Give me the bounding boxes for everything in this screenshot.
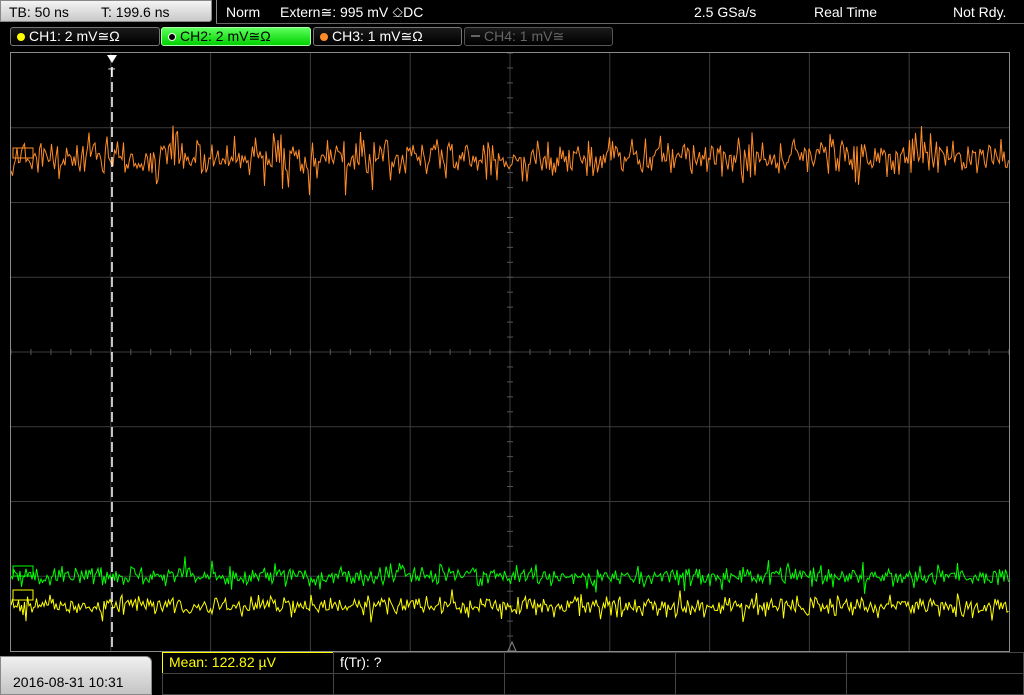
acquisition-mode[interactable]: Real Time (814, 3, 877, 21)
ch3-color-dot (320, 33, 328, 41)
date-time-box: 2016-08-31 10:31 (0, 656, 152, 695)
divider (216, 0, 217, 24)
trigger-position-icon[interactable] (107, 55, 117, 63)
divider (216, 23, 1024, 24)
measurement-cell[interactable] (675, 673, 847, 695)
graticule (11, 53, 1009, 651)
frequency-measurement: f(Tr): ? (340, 654, 382, 670)
trigger-source[interactable]: Extern≅: 995 mV ⎐DC (280, 3, 423, 21)
measurement-cell[interactable] (846, 673, 1024, 695)
sample-rate: 2.5 GSa/s (694, 4, 757, 20)
ch1-color-dot (17, 33, 25, 41)
timebase-box[interactable]: TB: 50 ns T: 199.6 ns (0, 0, 212, 22)
ch1-offset-marker[interactable] (12, 589, 34, 601)
tab-ch4[interactable]: CH4: 1 mV≅ (464, 27, 613, 46)
measurement-cell[interactable] (333, 673, 505, 695)
measurement-cell[interactable] (504, 652, 676, 674)
measurement-cell[interactable] (846, 652, 1024, 674)
date-time: 2016-08-31 10:31 (13, 674, 124, 690)
ch4-off-icon (471, 35, 480, 37)
acquisition-status: Not Rdy. (953, 4, 1007, 20)
tab-ch2[interactable]: CH2: 2 mV≅Ω (161, 27, 311, 46)
ch4-label: CH4: 1 mV≅ (484, 28, 565, 44)
measurement-panel: Mean: 122.82 µV f(Tr): ? (162, 652, 1024, 695)
waveform-canvas: T (11, 53, 1009, 651)
measurement-cell[interactable] (675, 652, 847, 674)
ch2-label: CH2: 2 mV≅Ω (180, 28, 271, 44)
trigger-level-icon (507, 640, 517, 651)
trigger-mode[interactable]: Norm (226, 3, 260, 21)
waveform-display[interactable]: T (10, 52, 1010, 652)
timebase-readout: TB: 50 ns (9, 4, 69, 20)
measurement-cell[interactable] (504, 673, 676, 695)
ch3-label: CH3: 1 mV≅Ω (332, 28, 423, 44)
ch2-color-dot (168, 33, 176, 41)
ch1-label: CH1: 2 mV≅Ω (29, 28, 120, 44)
channel-bar: CH1: 2 mV≅Ω CH2: 2 mV≅Ω CH3: 1 mV≅Ω CH4:… (0, 26, 1024, 48)
tab-ch1[interactable]: CH1: 2 mV≅Ω (10, 27, 160, 46)
trigger-marker-label: T (108, 66, 116, 80)
tab-ch3[interactable]: CH3: 1 mV≅Ω (313, 27, 462, 46)
mean-measurement: Mean: 122.82 µV (169, 654, 276, 670)
measurement-cell[interactable] (162, 673, 334, 695)
status-bar: TB: 50 ns T: 199.6 ns Norm Extern≅: 995 … (0, 0, 1024, 24)
trigger-time-readout: T: 199.6 ns (101, 4, 170, 20)
ch2-offset-marker[interactable] (12, 565, 34, 577)
